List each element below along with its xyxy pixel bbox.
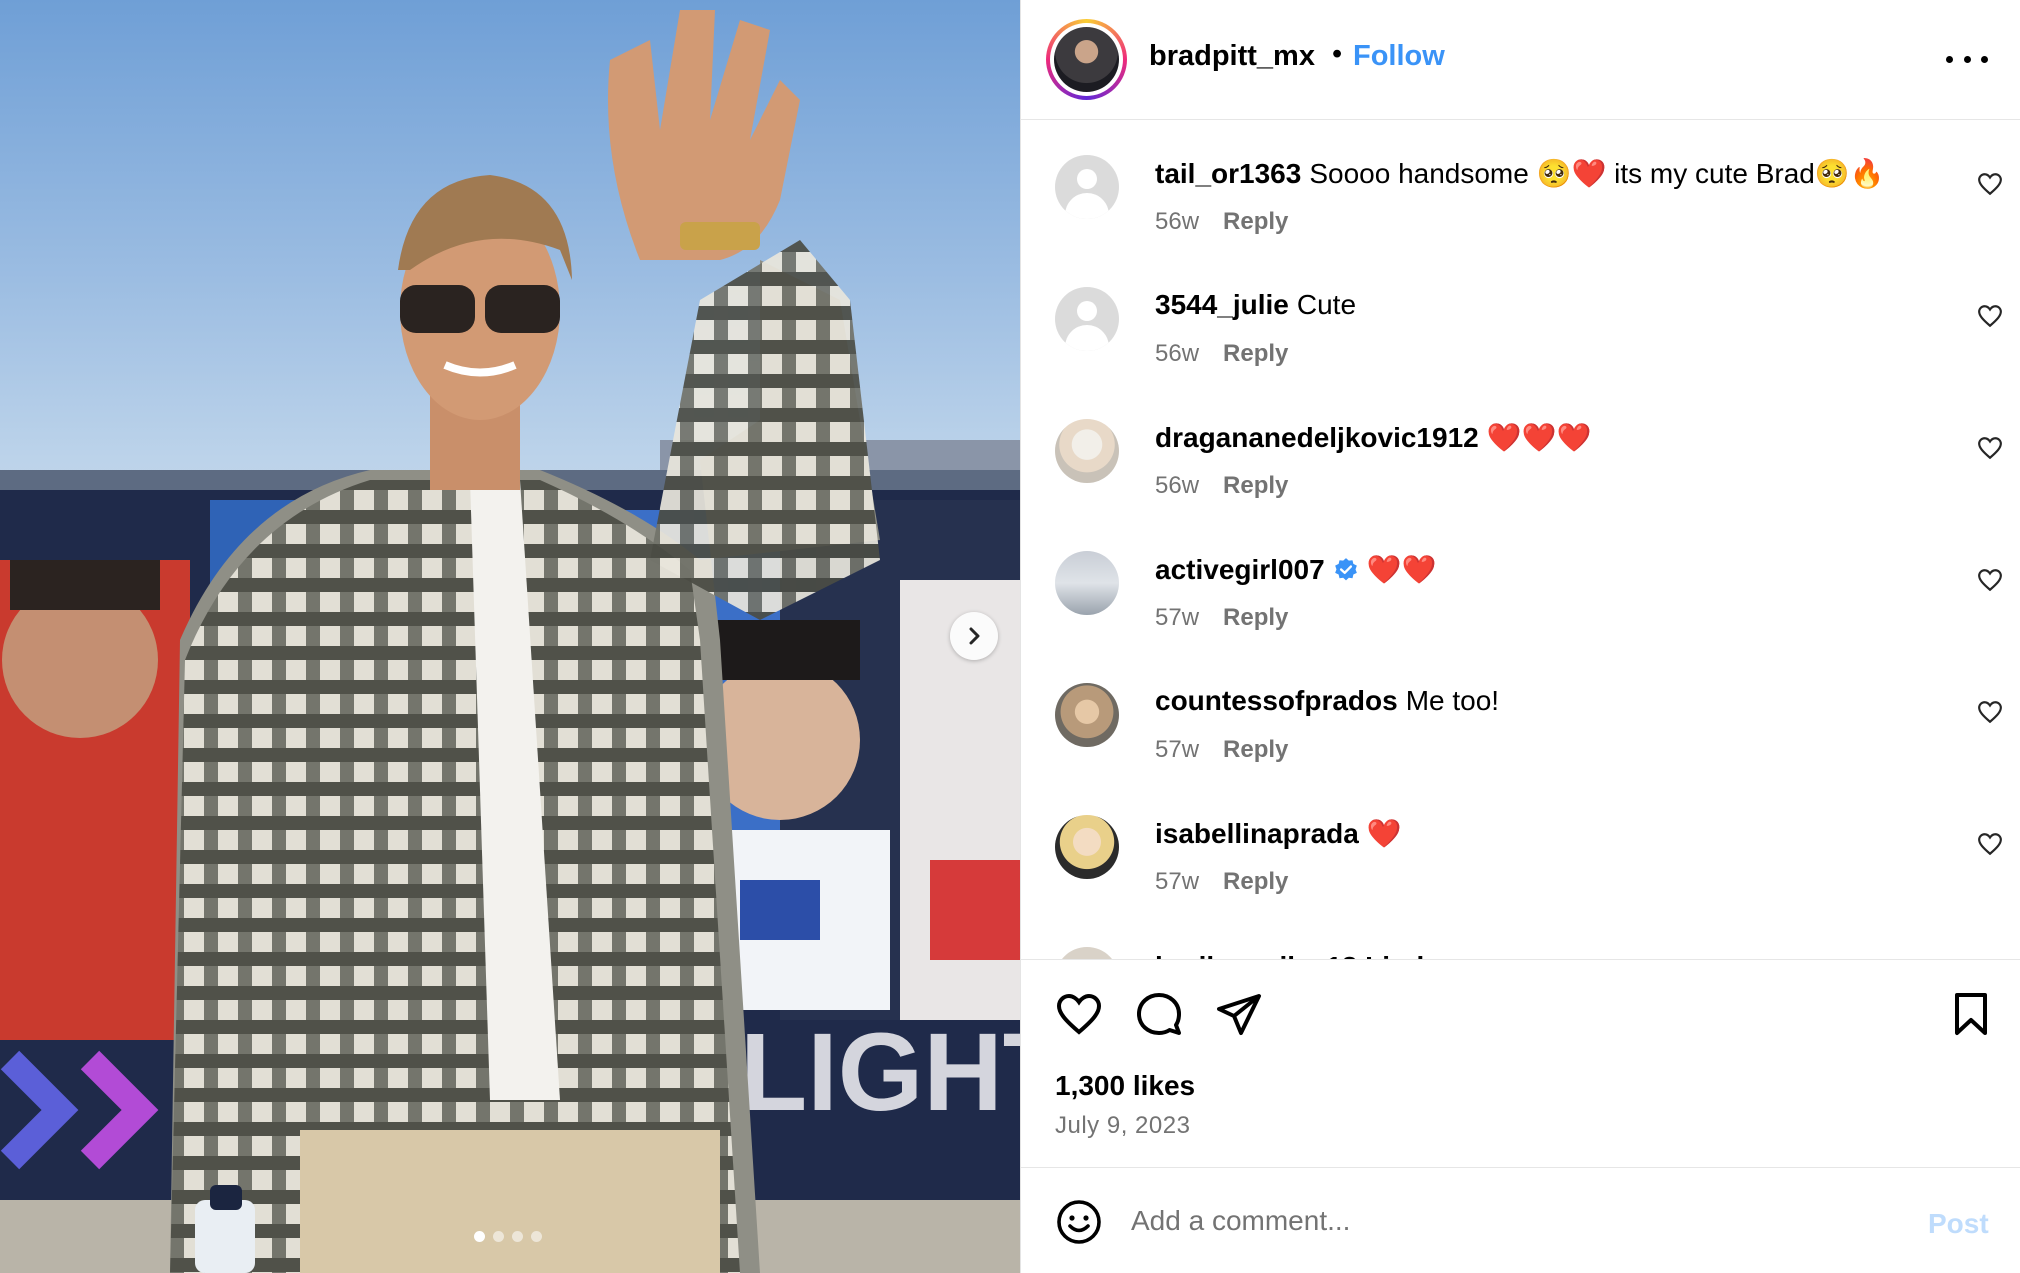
comment-username[interactable]: activegirl007 xyxy=(1155,554,1325,586)
comment-item: 3544_julie Cute 56w Reply xyxy=(1021,253,2020,385)
carousel-dot xyxy=(512,1231,523,1242)
comment-input[interactable] xyxy=(1131,1196,1911,1246)
comment-item: dragananedeljkovic1912 ❤️❤️❤️ 56w Reply xyxy=(1021,385,2020,517)
comment-avatar[interactable] xyxy=(1055,551,1119,615)
comment-text: Me too! xyxy=(1405,685,1500,716)
carousel-dot xyxy=(474,1231,485,1242)
comments-list[interactable]: tail_or1363 Soooo handsome 🥺❤️ its my cu… xyxy=(1021,121,2020,959)
comment-item: activegirl007 ❤️❤️ 57w Reply xyxy=(1021,517,2020,649)
comment-like-icon[interactable] xyxy=(1977,171,2003,197)
heart-icon[interactable] xyxy=(1055,990,1103,1038)
verified-badge-icon xyxy=(1334,557,1357,580)
comment-avatar[interactable] xyxy=(1055,287,1119,351)
post-date: July 9, 2023 xyxy=(1055,1112,1191,1139)
comment-avatar[interactable] xyxy=(1055,683,1119,747)
more-options-button[interactable] xyxy=(1946,42,1988,76)
comment-item: tail_or1363 Soooo handsome 🥺❤️ its my cu… xyxy=(1021,121,2020,253)
send-icon[interactable] xyxy=(1215,990,1263,1038)
bookmark-icon[interactable] xyxy=(1947,990,1995,1038)
comment-username[interactable]: tail_or1363 xyxy=(1155,158,1301,190)
comment-username[interactable]: 3544_julie xyxy=(1155,289,1289,321)
author-username[interactable]: bradpitt_mx xyxy=(1149,40,1315,73)
comment-text: Soooo handsome 🥺❤️ its my cute Brad🥺🔥 xyxy=(1309,158,1885,189)
carousel-indicator xyxy=(474,1231,542,1242)
comment-avatar[interactable] xyxy=(1055,419,1119,483)
svg-text:LIGHT: LIGHT xyxy=(740,1011,1020,1134)
post-header: bradpitt_mx • Follow xyxy=(1021,0,2020,120)
smiley-icon[interactable] xyxy=(1055,1198,1103,1246)
post-comment-button[interactable]: Post xyxy=(1928,1208,1989,1240)
post-actions: 1,300 likes July 9, 2023 xyxy=(1021,959,2020,1169)
comment-age: 57w xyxy=(1155,736,1200,763)
comment-item: isabellinaprada ❤️ 57w Reply xyxy=(1021,781,2020,913)
author-avatar[interactable] xyxy=(1046,19,1127,100)
comment-like-icon[interactable] xyxy=(1977,831,2003,857)
follow-button[interactable]: Follow xyxy=(1353,40,1445,73)
reply-button[interactable]: Reply xyxy=(1223,208,1288,236)
reply-button[interactable]: Reply xyxy=(1223,736,1288,764)
reply-button[interactable]: Reply xyxy=(1223,868,1288,896)
comment-username[interactable]: isabellinaprada xyxy=(1155,818,1359,850)
carousel-dot xyxy=(531,1231,542,1242)
post-photo[interactable]: LIGHT xyxy=(0,0,1020,1273)
comment-avatar[interactable] xyxy=(1055,815,1119,879)
comment-text: ❤️❤️❤️ xyxy=(1486,422,1592,453)
carousel-next-button[interactable] xyxy=(950,612,998,660)
comment-text: Cute xyxy=(1296,289,1357,320)
more-horizontal-icon xyxy=(1946,55,1953,63)
comment-text: ❤️ xyxy=(1366,818,1402,849)
comment-username[interactable]: countessofprados xyxy=(1155,685,1398,717)
comment-like-icon[interactable] xyxy=(1977,435,2003,461)
comment-item: countessofprados Me too! 57w Reply xyxy=(1021,649,2020,781)
comment-like-icon[interactable] xyxy=(1977,567,2003,593)
chevron-right-icon xyxy=(969,627,980,645)
comment-avatar[interactable] xyxy=(1055,947,1119,959)
comment-age: 56w xyxy=(1155,340,1200,367)
comment-item-partial: braih_mail__12 Linda xyxy=(1021,921,2020,959)
post-image: LIGHT xyxy=(0,10,1020,1273)
reply-button[interactable]: Reply xyxy=(1223,604,1288,632)
reply-button[interactable]: Reply xyxy=(1223,340,1288,368)
comment-age: 57w xyxy=(1155,868,1200,895)
reply-button[interactable]: Reply xyxy=(1223,472,1288,500)
carousel-dot xyxy=(493,1231,504,1242)
comment-text-partial: braih_mail__12 Linda xyxy=(1155,951,1440,959)
comment-like-icon[interactable] xyxy=(1977,699,2003,725)
comment-age: 56w xyxy=(1155,208,1200,235)
comment-icon[interactable] xyxy=(1135,990,1183,1038)
likes-count[interactable]: 1,300 likes xyxy=(1055,1070,1195,1102)
comment-avatar[interactable] xyxy=(1055,155,1119,219)
comment-text: ❤️❤️ xyxy=(1366,554,1437,585)
post-details-panel: bradpitt_mx • Follow tail_or1363 Soooo h… xyxy=(1020,0,2020,1273)
comment-age: 56w xyxy=(1155,472,1200,499)
comment-like-icon[interactable] xyxy=(1977,303,2003,329)
header-separator: • xyxy=(1332,38,1343,70)
comment-age: 57w xyxy=(1155,604,1200,631)
comment-composer: Post xyxy=(1021,1167,2020,1273)
comment-username[interactable]: dragananedeljkovic1912 xyxy=(1155,422,1479,454)
